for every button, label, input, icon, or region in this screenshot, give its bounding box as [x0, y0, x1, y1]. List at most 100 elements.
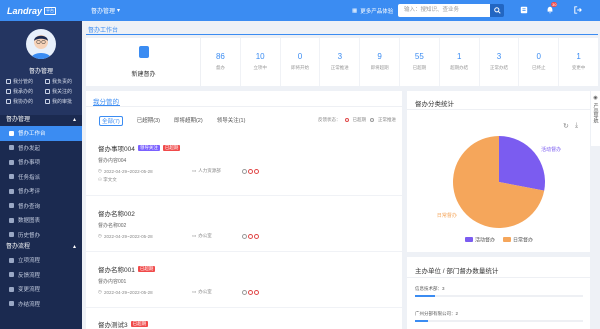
stat-label: 即将超期 [370, 65, 389, 70]
pie-slice-1[interactable] [499, 136, 545, 191]
status-overdue-icon [254, 233, 259, 239]
doc-icon [45, 89, 50, 94]
quick-link-label: 我的审批 [52, 99, 73, 105]
menu-item-evaluate[interactable]: 督办考评 [0, 184, 82, 199]
doc-icon [45, 79, 50, 84]
status-overdue-icon [254, 289, 259, 295]
clock-icon: ◷ [98, 289, 102, 294]
quick-link-2[interactable]: 我负责的 [45, 78, 80, 85]
menu-item-assign[interactable]: 任务指派 [0, 170, 82, 185]
stat-total[interactable]: 86 督办 [201, 38, 241, 86]
quick-link-1[interactable]: 我分管的 [6, 78, 41, 85]
nav-icon: ◉ [593, 95, 598, 101]
org-row: 信息技术部：3 [415, 286, 583, 297]
stat-upcoming[interactable]: 0 即将开始 [281, 38, 321, 86]
item-title: 督办名称002 [98, 211, 135, 218]
module-label: 督办管理 [91, 9, 116, 15]
more-products-link[interactable]: ▦ 更多产品体验 [352, 0, 393, 21]
legend-normal: 正常推进 [378, 117, 396, 122]
tag-overdue: 已超期 [162, 145, 181, 151]
logo-text: Landray [7, 5, 43, 16]
divider [86, 34, 598, 35]
menu-item-close-flow[interactable]: 办结流程 [0, 297, 82, 312]
quick-link-3[interactable]: 我承办的 [6, 88, 41, 95]
flow-icon [9, 257, 14, 263]
menu-item-workbench[interactable]: 督办工作台 [0, 126, 82, 141]
filter-overdue[interactable]: 已超期(3) [137, 116, 160, 126]
org-value: 3 [442, 286, 445, 291]
pie-chart: 活动督办日常督办活动督办 日常督办 [437, 136, 561, 244]
menu-item-charts[interactable]: 数据图表 [0, 213, 82, 228]
stat-near-overdue[interactable]: 9 即将超期 [360, 38, 400, 86]
list-item[interactable]: 督办事项004 领导关注 已超期 督办内容004 ◷ 2022-04-29~202… [98, 143, 394, 183]
stat-terminated[interactable]: 0 已终止 [519, 38, 560, 86]
quick-link-4[interactable]: 我关注的 [45, 88, 80, 95]
send-icon [9, 145, 14, 151]
product-nav-label: 产品导航 [592, 103, 599, 123]
section-label: 督办流程 [6, 244, 31, 250]
star-icon [9, 188, 14, 194]
search-button[interactable] [490, 4, 504, 17]
message-icon[interactable] [518, 4, 530, 16]
stat-changing[interactable]: 1 变更中 [559, 38, 598, 86]
stat-label: 督办 [215, 65, 225, 70]
stat-label: 正常推进 [330, 65, 349, 70]
item-title: 督办名称001 [98, 267, 135, 274]
filter-near-overdue[interactable]: 即将超期(2) [174, 116, 203, 126]
divider [407, 277, 590, 278]
quick-link-6[interactable]: 我的审批 [45, 98, 80, 105]
stat-normal[interactable]: 3 正常推进 [320, 38, 361, 86]
menu-section-flow[interactable]: 督办流程 ▴ [0, 242, 82, 253]
legend-label: 反馈状态： [318, 117, 341, 122]
bell-icon[interactable]: 30 [544, 2, 558, 16]
legend-swatch-1[interactable] [465, 237, 473, 242]
menu-item-project-flow[interactable]: 立项流程 [0, 253, 82, 268]
stat-overdue[interactable]: 55 已超期 [400, 38, 440, 86]
org-row: 广州分部有限公司：2 [415, 311, 583, 322]
stat-value: 9 [377, 52, 382, 61]
status-overdue-icon [254, 168, 259, 174]
quick-link-label: 我负责的 [52, 79, 73, 85]
stat-label: 已超期 [412, 65, 427, 70]
legend-swatch-2[interactable] [503, 237, 511, 242]
list-item[interactable]: 督办测试3 已超期 [98, 319, 394, 329]
menu-label: 反馈流程 [18, 272, 41, 279]
search-input[interactable]: 输入：搜知识、查业务 [398, 4, 490, 17]
history-icon [9, 232, 14, 238]
stat-in-project[interactable]: 10 立项中 [241, 38, 281, 86]
stat-value: 10 [255, 52, 265, 61]
avatar[interactable] [26, 29, 56, 59]
list-item[interactable]: 督办名称001 已超期 督办内容001 ◷ 2022-04-29~2022-05-… [98, 264, 394, 295]
stat-label: 即将开始 [290, 65, 309, 70]
stat-overdue-closed[interactable]: 1 超期办结 [440, 38, 480, 86]
menu-item-query[interactable]: 督办查询 [0, 199, 82, 214]
new-supervision-button[interactable]: 新建督办 [86, 38, 201, 86]
list-item[interactable]: 督办名称002 督办名称002 ◷ 2022-04-29~2022-05-28 ▭… [98, 208, 394, 239]
chart-icon [9, 217, 14, 223]
menu-item-change-flow[interactable]: 变更流程 [0, 282, 82, 297]
quick-link-5[interactable]: 我协办的 [6, 98, 41, 105]
menu-item-matters[interactable]: 督办事项 [0, 155, 82, 170]
menu-section-manage[interactable]: 督办管理 ▴ [0, 115, 82, 126]
item-person: 李文文 [103, 177, 117, 182]
menu-label: 立项流程 [18, 258, 41, 265]
product-nav-tab[interactable]: ◉ 产品导航 [591, 91, 600, 146]
stat-value: 1 [456, 52, 462, 61]
sidebar: 督办管理 我分管的 我负责的 我承办的 我关注的 我协办的 我的审批 督办管理 ▴… [0, 21, 82, 329]
logo[interactable]: Landray 平台 [0, 6, 82, 16]
logout-icon[interactable] [572, 4, 584, 16]
menu-item-history[interactable]: 历史督办 [0, 228, 82, 243]
task-icon [9, 174, 14, 180]
chevron-down-icon: ▾ [117, 8, 121, 14]
filter-all[interactable]: 全部(7) [99, 116, 123, 126]
status-indicators [242, 233, 259, 239]
stat-normal-closed[interactable]: 3 正常办结 [480, 38, 520, 86]
menu-item-initiate[interactable]: 督办发起 [0, 141, 82, 156]
search-icon [493, 7, 501, 14]
search-icon [9, 203, 14, 209]
filter-leader-focus[interactable]: 领导关注(1) [217, 116, 246, 126]
stat-label: 已终止 [532, 65, 546, 70]
more-products-label: 更多产品体验 [360, 8, 394, 15]
menu-item-feedback-flow[interactable]: 反馈流程 [0, 268, 82, 283]
module-dropdown[interactable]: 督办管理 ▾ [91, 6, 120, 15]
